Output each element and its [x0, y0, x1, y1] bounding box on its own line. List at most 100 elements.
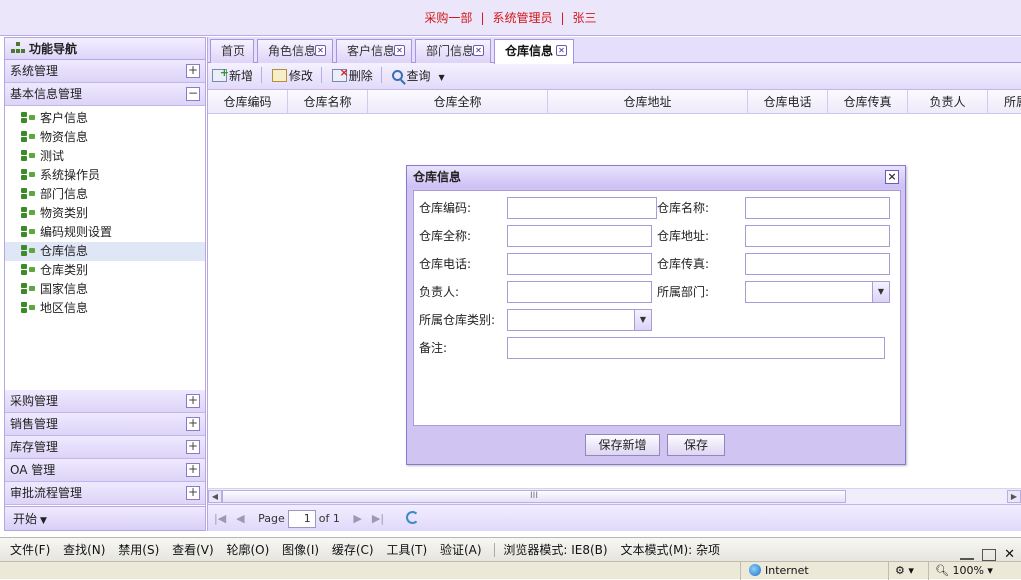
menu-disable[interactable]: 禁用(S): [118, 543, 159, 557]
start-menu-button[interactable]: 开始 ▼: [5, 506, 205, 530]
tab-department-info[interactable]: 部门信息 ✕: [415, 39, 491, 63]
tree-item-department[interactable]: 部门信息: [5, 185, 205, 204]
fullname-label: 仓库全称:: [419, 229, 472, 243]
menu-tools[interactable]: 工具(T): [386, 543, 427, 557]
first-page-icon[interactable]: |◀: [214, 505, 226, 532]
delete-button[interactable]: 删除: [331, 59, 373, 90]
nav-tree: 客户信息 物资信息 测试 系统操作员 部门信息 物资类别 编码规则设置 仓库信息…: [5, 106, 205, 368]
menu-view[interactable]: 查看(V): [172, 543, 214, 557]
tree-item-customer[interactable]: 客户信息: [5, 109, 205, 128]
expand-icon[interactable]: +: [186, 463, 200, 477]
save-new-button[interactable]: 保存新增: [585, 434, 660, 456]
query-label: 查询: [406, 69, 431, 83]
warehouse-fullname-input[interactable]: [507, 225, 652, 247]
protected-mode-icon[interactable]: ⚙ ▾: [888, 562, 914, 580]
chevron-down-icon[interactable]: ▼: [872, 282, 889, 302]
manager-input[interactable]: [507, 281, 652, 303]
menu-find[interactable]: 查找(N): [63, 543, 105, 557]
minimize-icon[interactable]: [960, 550, 975, 560]
accordion-purchase[interactable]: 采购管理 +: [5, 390, 205, 413]
prev-page-icon[interactable]: ◀: [236, 505, 244, 532]
horizontal-scrollbar[interactable]: ◀ III ▶: [208, 488, 1021, 504]
tab-home[interactable]: 首页: [210, 39, 254, 63]
remark-input[interactable]: [507, 337, 885, 359]
column-header[interactable]: 仓库编码: [208, 90, 288, 113]
expand-icon[interactable]: +: [186, 486, 200, 500]
accordion-inventory[interactable]: 库存管理 +: [5, 436, 205, 459]
column-header[interactable]: 仓库地址: [548, 90, 748, 113]
column-header[interactable]: 仓库全称: [368, 90, 548, 113]
pagination-bar: |◀ ◀ Page 1 of 1 ▶ ▶|: [208, 504, 1021, 531]
role-label: 系统管理员: [492, 11, 553, 25]
expand-icon[interactable]: +: [186, 64, 200, 78]
scroll-right-icon[interactable]: ▶: [1007, 490, 1021, 503]
scroll-thumb[interactable]: III: [222, 490, 846, 503]
add-button[interactable]: 新增: [212, 59, 253, 90]
close-icon[interactable]: ×: [885, 170, 899, 184]
fax-label: 仓库传真:: [657, 257, 710, 271]
warehouse-fax-input[interactable]: [745, 253, 890, 275]
dialog-title-bar[interactable]: 仓库信息 ×: [407, 166, 905, 188]
column-header[interactable]: 负责人: [908, 90, 988, 113]
tree-item-region[interactable]: 地区信息: [5, 299, 205, 318]
close-icon[interactable]: ✕: [315, 45, 326, 56]
tree-item-country[interactable]: 国家信息: [5, 280, 205, 299]
warehouse-address-input[interactable]: [745, 225, 890, 247]
tree-item-code-rules[interactable]: 编码规则设置: [5, 223, 205, 242]
close-icon[interactable]: ✕: [473, 45, 484, 56]
scroll-left-icon[interactable]: ◀: [208, 490, 222, 503]
accordion-approval[interactable]: 审批流程管理 +: [5, 482, 205, 505]
warehouse-code-input[interactable]: [507, 197, 657, 219]
restore-icon[interactable]: [982, 548, 997, 561]
edit-button[interactable]: 修改: [271, 63, 313, 90]
page-number-input[interactable]: 1: [287, 510, 316, 528]
tab-warehouse-info[interactable]: 仓库信息 ✕: [494, 39, 574, 64]
accordion-sales[interactable]: 销售管理 +: [5, 413, 205, 436]
expand-icon[interactable]: +: [186, 440, 200, 454]
dropdown-arrow-icon: ▼: [438, 73, 445, 82]
menu-browser-mode[interactable]: 浏览器模式: IE8(B): [494, 543, 608, 557]
query-button[interactable]: 查询 ▼: [391, 63, 445, 91]
tree-item-material[interactable]: 物资信息: [5, 128, 205, 147]
menu-outline[interactable]: 轮廓(O): [227, 543, 270, 557]
dropdown-arrow-icon: ▼: [40, 516, 47, 526]
menu-cache[interactable]: 缓存(C): [332, 543, 374, 557]
warehouse-name-input[interactable]: [745, 197, 890, 219]
next-page-icon[interactable]: ▶: [353, 505, 361, 532]
close-icon[interactable]: ✕: [1004, 548, 1015, 561]
zoom-control[interactable]: 🔍︎ 100% ▾: [928, 562, 993, 580]
tree-item-test[interactable]: 测试: [5, 147, 205, 166]
nav-title: 功能导航: [29, 42, 78, 56]
column-header[interactable]: 仓库名称: [288, 90, 368, 113]
menu-document-mode[interactable]: 文本模式(M): 杂项: [620, 543, 720, 557]
save-button[interactable]: 保存: [667, 434, 725, 456]
warehouse-category-select[interactable]: ▼: [507, 309, 652, 331]
department-select[interactable]: ▼: [745, 281, 890, 303]
tab-role-info[interactable]: 角色信息 ✕: [257, 39, 333, 63]
warehouse-phone-input[interactable]: [507, 253, 652, 275]
close-icon[interactable]: ✕: [556, 45, 567, 56]
accordion-basic-info-mgmt[interactable]: 基本信息管理 −: [5, 83, 205, 106]
tree-leaf-icon: [21, 283, 37, 294]
collapse-icon[interactable]: −: [186, 87, 200, 101]
expand-icon[interactable]: +: [186, 394, 200, 408]
zone-label: Internet: [765, 564, 809, 577]
column-header[interactable]: 仓库电话: [748, 90, 828, 113]
tree-item-warehouse[interactable]: 仓库信息: [5, 242, 205, 261]
menu-images[interactable]: 图像(I): [282, 543, 319, 557]
tree-item-operator[interactable]: 系统操作员: [5, 166, 205, 185]
tab-label: 首页: [221, 44, 246, 58]
accordion-oa[interactable]: OA 管理 +: [5, 459, 205, 482]
last-page-icon[interactable]: ▶|: [372, 505, 384, 532]
accordion-system-mgmt[interactable]: 系统管理 +: [5, 60, 205, 83]
tree-item-warehouse-category[interactable]: 仓库类别: [5, 261, 205, 280]
close-icon[interactable]: ✕: [394, 45, 405, 56]
column-header[interactable]: 仓库传真: [828, 90, 908, 113]
expand-icon[interactable]: +: [186, 417, 200, 431]
chevron-down-icon[interactable]: ▼: [634, 310, 651, 330]
tree-item-material-category[interactable]: 物资类别: [5, 204, 205, 223]
menu-file[interactable]: 文件(F): [10, 543, 50, 557]
refresh-icon[interactable]: [405, 511, 419, 524]
column-header[interactable]: 所属: [988, 90, 1021, 113]
menu-validate[interactable]: 验证(A): [440, 543, 482, 557]
